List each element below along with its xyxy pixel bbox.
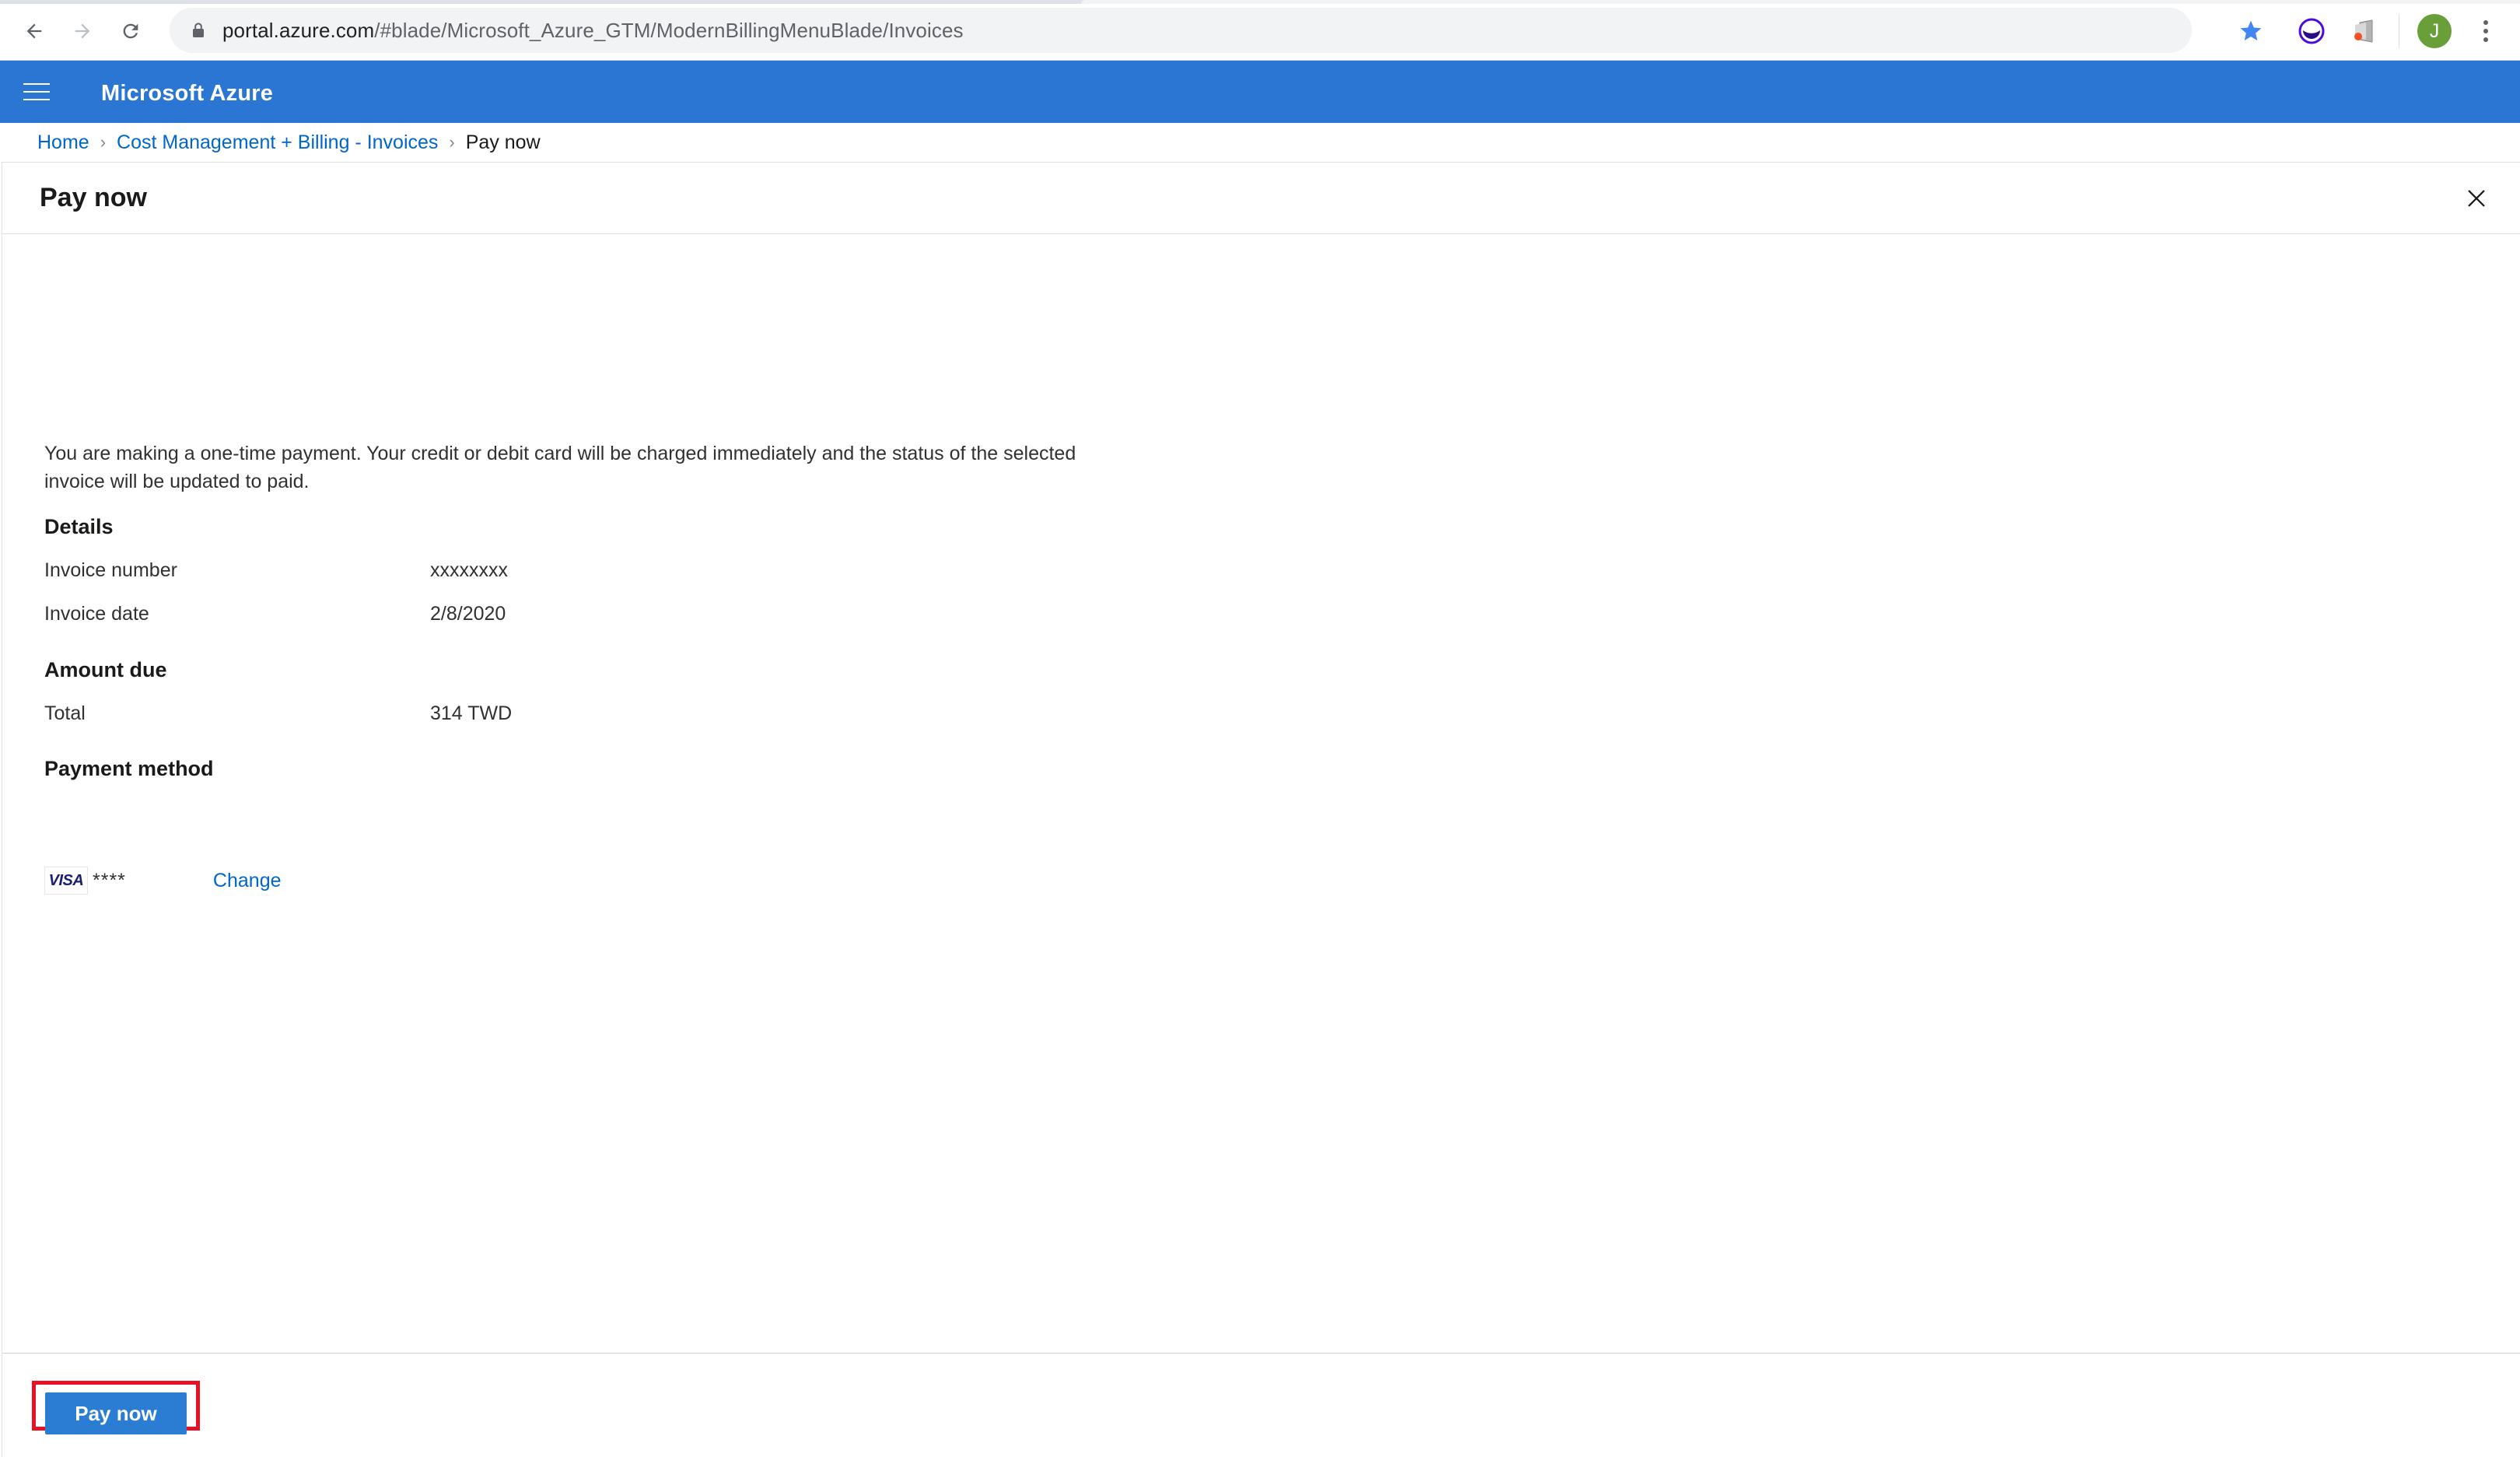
- lock-icon: [190, 21, 207, 40]
- browser-chrome: portal.azure.com/#blade/Microsoft_Azure_…: [0, 0, 2520, 61]
- avatar[interactable]: J: [2417, 14, 2452, 48]
- detail-row-total: Total 314 TWD: [44, 702, 589, 730]
- pay-now-blade: Pay now You are making a one-time paymen…: [2, 162, 2520, 1457]
- detail-label-invoice-date: Invoice date: [44, 603, 149, 625]
- detail-value-invoice-number: xxxxxxxx: [430, 559, 508, 581]
- visa-card-icon: VISA: [44, 867, 88, 895]
- reload-icon: [120, 20, 142, 42]
- visa-card-label: VISA: [48, 871, 84, 889]
- detail-label-invoice-number: Invoice number: [44, 559, 177, 581]
- address-bar-url: portal.azure.com/#blade/Microsoft_Azure_…: [222, 19, 964, 43]
- breadcrumb: Home › Cost Management + Billing - Invoi…: [0, 123, 2520, 162]
- breadcrumb-item-cost-management-billing-invoices[interactable]: Cost Management + Billing - Invoices: [117, 131, 438, 154]
- detail-row-invoice-number: Invoice number xxxxxxxx: [44, 559, 589, 587]
- address-bar[interactable]: portal.azure.com/#blade/Microsoft_Azure_…: [170, 8, 2192, 53]
- kebab-menu-icon[interactable]: [2470, 14, 2501, 48]
- back-button[interactable]: [17, 14, 51, 48]
- section-heading-amount-due: Amount due: [44, 658, 167, 681]
- card-masked-digits: ****: [93, 869, 126, 891]
- dark-reader-extension-icon[interactable]: [2296, 16, 2327, 47]
- detail-value-invoice-date: 2/8/2020: [430, 603, 506, 625]
- section-heading-payment-method: Payment method: [44, 757, 214, 780]
- hamburger-menu-icon[interactable]: [17, 73, 56, 110]
- azure-top-bar: Microsoft Azure Search resources, servic…: [0, 61, 2520, 176]
- blade-action-bar: Pay now: [2, 1353, 2520, 1457]
- blade-content: You are making a one-time payment. Your …: [2, 235, 2520, 1353]
- breadcrumb-item-home[interactable]: Home: [37, 131, 89, 154]
- pay-now-button[interactable]: Pay now: [45, 1392, 187, 1434]
- browser-tab-strip: [0, 0, 2520, 4]
- close-icon[interactable]: [2455, 177, 2498, 220]
- section-heading-details: Details: [44, 515, 114, 538]
- forward-button[interactable]: [65, 14, 100, 48]
- change-payment-method-link[interactable]: Change: [213, 870, 282, 892]
- url-path: /#blade/Microsoft_Azure_GTM/ModernBillin…: [374, 18, 964, 42]
- profile-initial: J: [2429, 19, 2440, 42]
- detail-value-total: 314 TWD: [430, 702, 513, 724]
- detail-row-invoice-date: Invoice date 2/8/2020: [44, 603, 589, 631]
- star-icon[interactable]: [2234, 14, 2268, 48]
- back-arrow-icon: [23, 20, 45, 42]
- forward-arrow-icon: [72, 20, 93, 42]
- detail-label-total: Total: [44, 702, 86, 724]
- breadcrumb-item-pay-now: Pay now: [465, 131, 541, 153]
- blade-header: Pay now: [2, 163, 2520, 234]
- browser-active-tab[interactable]: [1081, 0, 2520, 4]
- page-title: Pay now: [40, 183, 147, 212]
- payment-method-row: VISA **** Change: [44, 867, 282, 895]
- url-domain: portal.azure.com: [222, 18, 375, 42]
- office-extension-icon[interactable]: [2349, 16, 2380, 47]
- chevron-right-icon: ›: [449, 132, 455, 152]
- reload-button[interactable]: [114, 14, 148, 48]
- azure-brand-title[interactable]: Microsoft Azure: [101, 81, 273, 107]
- chevron-right-icon: ›: [100, 132, 107, 152]
- intro-description: You are making a one-time payment. Your …: [44, 443, 1076, 492]
